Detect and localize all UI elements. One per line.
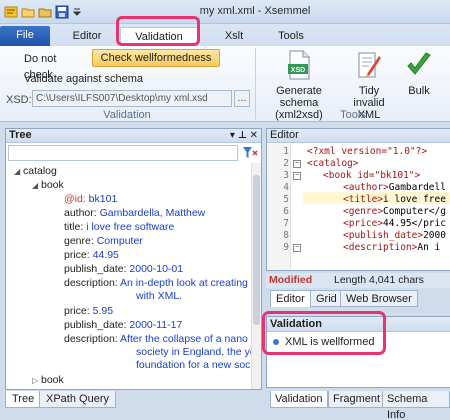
tree-scrollbar[interactable] xyxy=(251,163,261,389)
fold-toggle-icon[interactable]: − xyxy=(293,244,301,252)
tab-tools[interactable]: Tools xyxy=(268,27,314,46)
fold-toggle-icon[interactable]: − xyxy=(293,172,301,180)
tree-node-book[interactable]: ◢ book xyxy=(32,179,64,192)
xsd-path-input[interactable]: C:\Users\ILFS007\Desktop\my xml.xsd xyxy=(32,90,232,107)
code-line[interactable]: <catalog> xyxy=(307,158,358,170)
tree-node-author[interactable]: author: Gambardella, Matthew xyxy=(64,207,205,220)
tidy-xml-icon xyxy=(342,50,396,83)
expand-triangle-icon[interactable]: ▷ xyxy=(32,374,41,387)
tree-node-publish-date[interactable]: publish_date: 2000-10-01 xyxy=(64,263,183,276)
tree-attr-id[interactable]: @id: bk101 xyxy=(64,193,117,206)
tools-group-label: Tools xyxy=(340,109,366,121)
tree-node-description[interactable]: description: An in-depth look at creatin… xyxy=(64,277,248,290)
tree-scrollbar-thumb[interactable] xyxy=(253,175,260,325)
tab-editor-view[interactable]: Editor xyxy=(270,290,311,307)
xsd-browse-button[interactable]: ... xyxy=(234,90,250,107)
tab-file[interactable]: File xyxy=(0,26,50,46)
code-line[interactable]: <genre>Computer</g xyxy=(343,206,446,218)
line-number: 8 xyxy=(283,230,289,241)
code-line[interactable]: <publish_date>2000 xyxy=(343,230,446,242)
xsd-file-icon: XSD xyxy=(258,50,340,83)
line-number: 4 xyxy=(283,182,289,193)
tree-node-book[interactable]: ▷ book xyxy=(32,374,64,387)
tab-grid[interactable]: Grid xyxy=(310,290,343,307)
tab-xslt[interactable]: Xslt xyxy=(214,27,254,46)
line-number: 1 xyxy=(283,146,289,157)
validation-tabs: Validation Fragment Schema Info xyxy=(266,391,450,420)
check-wellformedness-button[interactable]: Check wellformedness xyxy=(92,49,220,67)
line-number: 5 xyxy=(283,194,289,205)
line-number: 3 xyxy=(283,170,289,181)
line-number: 9 xyxy=(283,242,289,253)
tree-node-description-cont: foundation for a new soc xyxy=(136,359,251,371)
length-status: Length 4,041 chars xyxy=(334,274,424,286)
tree-node-price[interactable]: price: 44.95 xyxy=(64,249,119,262)
tab-editor[interactable]: Editor xyxy=(62,27,112,46)
tab-xpath-query[interactable]: XPath Query xyxy=(39,391,116,408)
tab-validation-view[interactable]: Validation xyxy=(270,391,328,408)
title-bar: my xml.xml - Xsemmel xyxy=(0,0,450,24)
code-line[interactable]: <book id="bk101"> xyxy=(323,170,420,182)
generate-schema-label: Generate schema xyxy=(276,85,322,109)
line-number-gutter: 1 2 3 4 5 6 7 8 9 xyxy=(267,144,291,270)
pane-controls-icon[interactable]: ▾ ⊥ ✕ xyxy=(230,129,258,142)
checkmark-icon xyxy=(398,50,440,83)
tree-pane-title: Tree xyxy=(9,129,32,141)
tab-web-browser[interactable]: Web Browser xyxy=(340,290,418,307)
tab-tree[interactable]: Tree xyxy=(5,391,42,408)
line-number: 2 xyxy=(283,158,289,169)
editor-pane-title: Editor xyxy=(267,129,450,143)
tree-tabs: Tree XPath Query xyxy=(5,391,262,409)
tree-node-genre[interactable]: genre: Computer xyxy=(64,235,143,248)
tree-node-price[interactable]: price: 5.95 xyxy=(64,305,113,318)
editor-status-bar: Modified Length 4,041 chars xyxy=(266,273,450,288)
tab-schema-info[interactable]: Schema Info xyxy=(382,391,450,420)
line-number: 7 xyxy=(283,218,289,229)
tree-pane-header: Tree ▾ ⊥ ✕ xyxy=(6,129,261,143)
filter-icon[interactable] xyxy=(242,146,258,160)
code-line[interactable]: <description>An i xyxy=(343,242,440,254)
tab-fragment[interactable]: Fragment xyxy=(328,391,386,408)
tree-view[interactable]: ◢ catalog ◢ book @id: bk101 author: Gambar… xyxy=(6,163,251,389)
collapse-triangle-icon[interactable]: ◢ xyxy=(32,179,41,192)
editor-tabs: Editor Grid Web Browser xyxy=(266,290,450,308)
validation-highlight-annotation xyxy=(262,311,386,355)
bulk-button[interactable]: Bulk xyxy=(398,50,440,97)
tree-filter-input[interactable] xyxy=(8,145,238,161)
validate-against-schema-button[interactable]: Validate against schema xyxy=(24,71,143,87)
code-line[interactable]: <price>44.95</pric xyxy=(343,218,446,230)
window-title: my xml.xml - Xsemmel xyxy=(199,5,311,17)
tree-node-description-cont: society in England, the yo xyxy=(136,346,251,358)
tree-node-catalog[interactable]: ◢ catalog xyxy=(14,165,57,178)
tree-node-title[interactable]: title: i love free software xyxy=(64,221,174,234)
code-line[interactable]: <?xml version="1.0"?> xyxy=(307,146,427,158)
modified-status: Modified xyxy=(269,274,313,286)
code-line[interactable]: <author>Gambardell xyxy=(343,182,446,194)
collapse-triangle-icon[interactable]: ◢ xyxy=(14,165,23,178)
tree-pane: Tree ▾ ⊥ ✕ ◢ catalog ◢ book @id: bk101 aut… xyxy=(5,128,262,390)
editor-pane: Editor 1 2 3 4 5 6 7 8 9 − − − <?xml ver… xyxy=(266,128,450,271)
xsd-icon-text: XSD xyxy=(291,67,305,74)
tree-node-publish-date[interactable]: publish_date: 2000-11-17 xyxy=(64,319,182,332)
bulk-label: Bulk xyxy=(408,85,430,97)
tab-highlight-annotation xyxy=(116,16,200,46)
xsd-label: XSD: xyxy=(6,94,32,106)
tree-node-description[interactable]: description: After the collapse of a nan… xyxy=(64,333,248,346)
tree-node-description-cont: with XML. xyxy=(136,290,183,302)
fold-toggle-icon[interactable]: − xyxy=(293,160,301,168)
ribbon-tab-row: File Editor Validation Xslt Tools xyxy=(0,24,450,46)
line-number: 6 xyxy=(283,206,289,217)
validation-group-label: Validation xyxy=(103,109,151,121)
ribbon: Do not check Check wellformedness Valida… xyxy=(0,46,450,122)
do-not-check-button[interactable]: Do not check xyxy=(8,51,88,81)
tidy-invalid-label: Tidy invalid xyxy=(353,85,385,109)
code-line[interactable]: <title>i love free xyxy=(343,194,446,206)
